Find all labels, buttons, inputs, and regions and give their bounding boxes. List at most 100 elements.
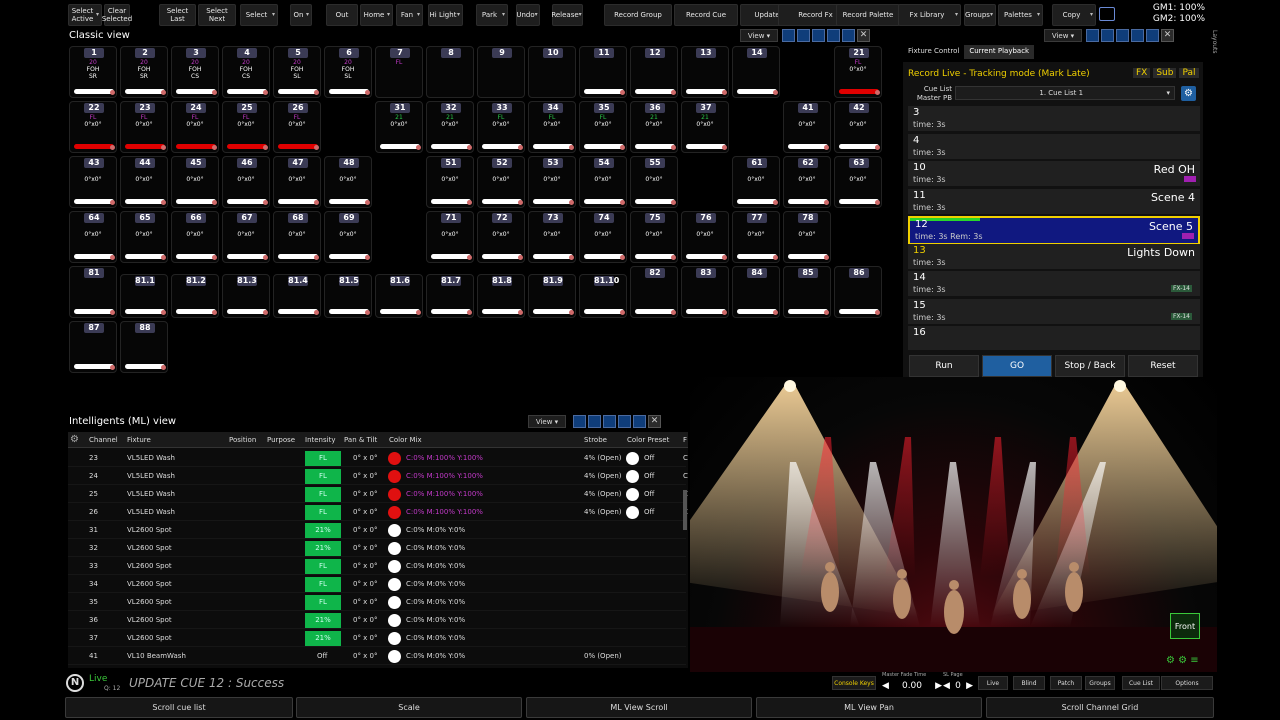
fixture-cell[interactable]: 68 0°x0° (273, 211, 321, 263)
arrow-left-icon[interactable]: ◀ (882, 681, 889, 691)
fx-library-button[interactable]: Fx Library ▾ (898, 4, 961, 26)
fixture-cell[interactable]: 21 FL 0°x0° (834, 46, 882, 98)
fixture-cell[interactable]: 81.9 (528, 274, 576, 318)
front-view-button[interactable]: Front (1170, 613, 1200, 639)
fixture-cell[interactable]: 86 (834, 266, 882, 318)
fixture-cell[interactable]: 26 FL 0°x0° (273, 101, 321, 153)
table-row[interactable]: 33 VL2600 Spot FL 0° x 0° C:0% M:0% Y:0% (68, 558, 686, 575)
fixture-cell[interactable]: 25 FL 0°x0° (222, 101, 270, 153)
fixture-cell[interactable]: 54 0°x0° (579, 156, 627, 208)
fixture-cell[interactable]: 73 0°x0° (528, 211, 576, 263)
table-row[interactable]: 32 VL2600 Spot 21% 0° x 0° C:0% M:0% Y:0% (68, 540, 686, 557)
fixture-cell[interactable]: 88 (120, 321, 168, 373)
fixture-cell[interactable]: 81.1 (120, 274, 168, 318)
arrow-left-icon[interactable]: ◀ (943, 681, 950, 691)
fixture-cell[interactable]: 3 20 FOH CS (171, 46, 219, 98)
chevron-down-icon[interactable]: ▾ (1037, 11, 1040, 19)
fixture-cell[interactable]: 55 0°x0° (630, 156, 678, 208)
fixture-cell[interactable]: 65 0°x0° (120, 211, 168, 263)
col-fixture[interactable]: Fixture (127, 436, 151, 444)
fixture-cell[interactable]: 62 0°x0° (783, 156, 831, 208)
fixture-cell[interactable]: 81.3 (222, 274, 270, 318)
col-intensity[interactable]: Intensity (305, 436, 335, 444)
close-icon[interactable]: ✕ (648, 415, 661, 428)
fixture-cell[interactable]: 61 0°x0° (732, 156, 780, 208)
table-row[interactable]: 25 VL5LED Wash FL 0° x 0° C:0% M:100% Y:100%… (68, 486, 688, 503)
fixture-cell[interactable]: 82 (630, 266, 678, 318)
fixture-cell[interactable]: 69 0°x0° (324, 211, 372, 263)
layout-icon[interactable] (1116, 29, 1129, 42)
visualizer-tools-icon[interactable]: ⚙ ⚙ ≡ (1166, 655, 1199, 666)
stage-visualizer[interactable]: Front ⚙ ⚙ ≡ (690, 377, 1217, 672)
chevron-down-icon[interactable]: ▾ (990, 11, 993, 19)
fixture-cell[interactable]: 87 (69, 321, 117, 373)
fixture-cell[interactable]: 7 FL (375, 46, 423, 98)
fixture-cell[interactable]: 74 0°x0° (579, 211, 627, 263)
col-pan-tilt[interactable]: Pan & Tilt (344, 436, 377, 444)
cue-row[interactable]: 13 time: 3s Lights Down (908, 243, 1200, 270)
groups-button[interactable]: Groups ▾ (964, 4, 996, 26)
fixture-cell[interactable]: 31 21 0°x0° (375, 101, 423, 153)
fixture-cell[interactable]: 81.2 (171, 274, 219, 318)
cue-row[interactable]: 10 time: 3s Red OH (908, 161, 1200, 187)
table-row[interactable]: 34 VL2600 Spot FL 0° x 0° C:0% M:0% Y:0% (68, 576, 686, 593)
view-switch-blind-button[interactable]: Blind (1013, 676, 1045, 690)
col-color-mix[interactable]: Color Mix (389, 436, 422, 444)
fixture-cell[interactable]: 23 FL 0°x0° (120, 101, 168, 153)
arrow-right-icon[interactable]: ▶ (966, 681, 973, 691)
table-row[interactable]: 35 VL2600 Spot FL 0° x 0° C:0% M:0% Y:0% (68, 594, 686, 611)
fixture-cell[interactable]: 81.8 (477, 274, 525, 318)
fixture-cell[interactable]: 12 (630, 46, 678, 98)
fixture-cell[interactable]: 45 0°x0° (171, 156, 219, 208)
fixture-cell[interactable]: 4 20 FOH CS (222, 46, 270, 98)
view-switch-live-button[interactable]: Live (978, 676, 1008, 690)
fixture-cell[interactable]: 5 20 FOH SL (273, 46, 321, 98)
scale-button[interactable]: Scale (296, 697, 522, 718)
layout-icon[interactable] (1086, 29, 1099, 42)
fixture-cell[interactable]: 22 FL 0°x0° (69, 101, 117, 153)
cue-row[interactable]: 15 time: 3s FX-14 (908, 298, 1200, 325)
fixture-cell[interactable]: 43 0°x0° (69, 156, 117, 208)
fixture-cell[interactable]: 32 21 0°x0° (426, 101, 474, 153)
view-switch-options-button[interactable]: Options (1161, 676, 1213, 690)
sl-page-control[interactable]: ◀ 0 ▶ (943, 679, 973, 692)
col-position[interactable]: Position (229, 436, 256, 444)
fixture-cell[interactable]: 81.7 (426, 274, 474, 318)
table-row[interactable]: 41 VL10 BeamWash Off 0° x 0° C:0% M:0% Y:0% 0… (68, 648, 686, 665)
view-switch-groups-button[interactable]: Groups (1085, 676, 1115, 690)
close-icon[interactable]: ✕ (1161, 29, 1174, 42)
fixture-cell[interactable]: 52 0°x0° (477, 156, 525, 208)
fixture-cell[interactable]: 81.6 (375, 274, 423, 318)
fixture-cell[interactable]: 53 0°x0° (528, 156, 576, 208)
fixture-cell[interactable]: 75 0°x0° (630, 211, 678, 263)
col-strobe[interactable]: Strobe (584, 436, 607, 444)
layout-icon[interactable] (1146, 29, 1159, 42)
cue-row[interactable]: 16 (908, 326, 1200, 350)
col-color-preset[interactable]: Color Preset (627, 436, 669, 444)
stop-back-button[interactable]: Stop / Back (1055, 355, 1125, 377)
fixture-cell[interactable]: 34 FL 0°x0° (528, 101, 576, 153)
reset-button[interactable]: Reset (1128, 355, 1198, 377)
fixture-cell[interactable]: 8 (426, 46, 474, 98)
layout-icon[interactable] (1131, 29, 1144, 42)
fx-button[interactable]: FX (1133, 68, 1151, 78)
fixture-cell[interactable]: 81.4 (273, 274, 321, 318)
playback-view-menu[interactable]: View ▾ (1044, 29, 1082, 42)
fixture-cell[interactable]: 47 0°x0° (273, 156, 321, 208)
layout-icon[interactable] (633, 415, 646, 428)
fixture-cell[interactable]: 85 (783, 266, 831, 318)
table-row[interactable]: 26 VL5LED Wash FL 0° x 0° C:0% M:100% Y:100%… (68, 504, 688, 521)
layout-icon[interactable] (588, 415, 601, 428)
layout-icon[interactable] (573, 415, 586, 428)
scroll-channel-grid-button[interactable]: Scroll Channel Grid (986, 697, 1214, 718)
fixture-cell[interactable]: 51 0°x0° (426, 156, 474, 208)
cue-row[interactable]: 3 time: 3s (908, 106, 1200, 132)
chevron-down-icon[interactable]: ▾ (955, 11, 958, 19)
fixture-cell[interactable]: 81.5 (324, 274, 372, 318)
chevron-down-icon[interactable]: ▾ (1090, 11, 1093, 19)
fixture-cell[interactable]: 64 0°x0° (69, 211, 117, 263)
copy-button[interactable]: Copy ▾ (1052, 4, 1096, 26)
cue-row[interactable]: 14 time: 3s FX-14 (908, 271, 1200, 297)
console-keys-button[interactable]: Console Keys (832, 676, 876, 690)
layouts-tab[interactable]: Layouts (1206, 30, 1218, 70)
